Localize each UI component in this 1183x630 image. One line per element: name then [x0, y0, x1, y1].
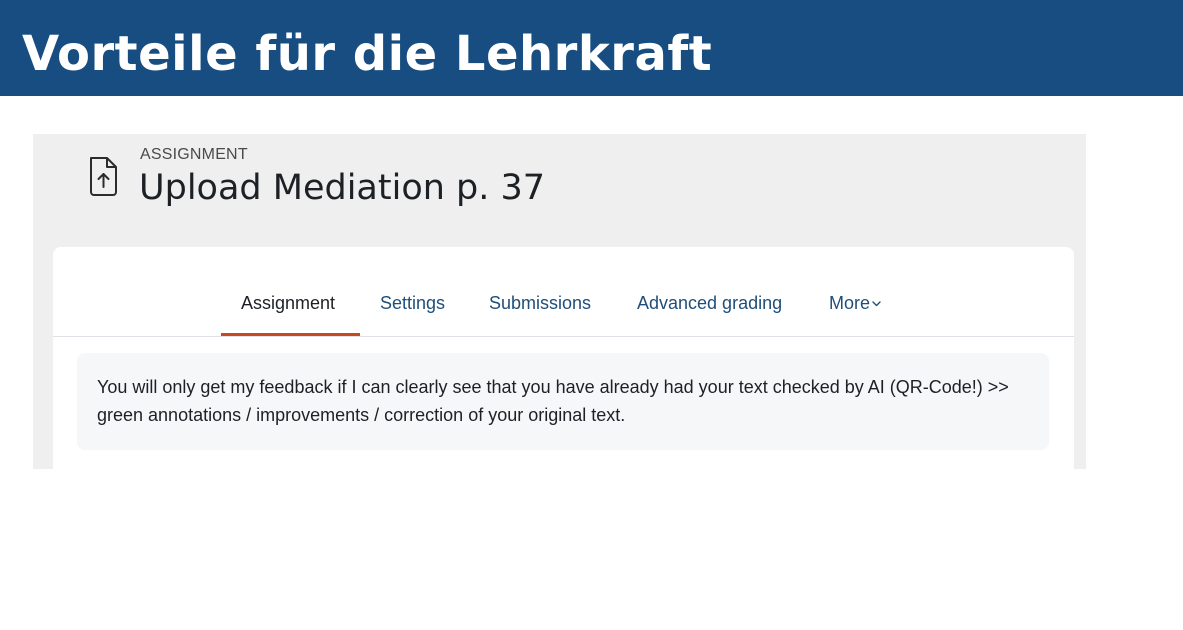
file-upload-icon: [87, 154, 121, 198]
tab-settings[interactable]: Settings: [380, 293, 445, 314]
chevron-down-icon: [872, 296, 881, 310]
slide-header: Vorteile für die Lehrkraft: [0, 0, 1183, 96]
tab-more-label: More: [829, 293, 871, 313]
assignment-title: Upload Mediation p. 37: [139, 168, 546, 208]
assignment-screenshot: ASSIGNMENT Upload Mediation p. 37 Assign…: [33, 134, 1086, 469]
tab-submissions[interactable]: Submissions: [489, 293, 591, 314]
assignment-description-text: You will only get my feedback if I can c…: [97, 377, 1009, 425]
assignment-kicker: ASSIGNMENT: [140, 146, 248, 163]
slide-title: Vorteile für die Lehrkraft: [22, 26, 713, 82]
tab-bar: Assignment Settings Submissions Advanced…: [53, 247, 1074, 337]
tab-assignment[interactable]: Assignment: [241, 293, 335, 314]
assignment-description: You will only get my feedback if I can c…: [77, 353, 1049, 450]
assignment-card: Assignment Settings Submissions Advanced…: [53, 247, 1074, 469]
active-tab-indicator: [221, 333, 360, 336]
tab-more[interactable]: More: [829, 293, 881, 314]
tab-advanced-grading[interactable]: Advanced grading: [637, 293, 782, 314]
